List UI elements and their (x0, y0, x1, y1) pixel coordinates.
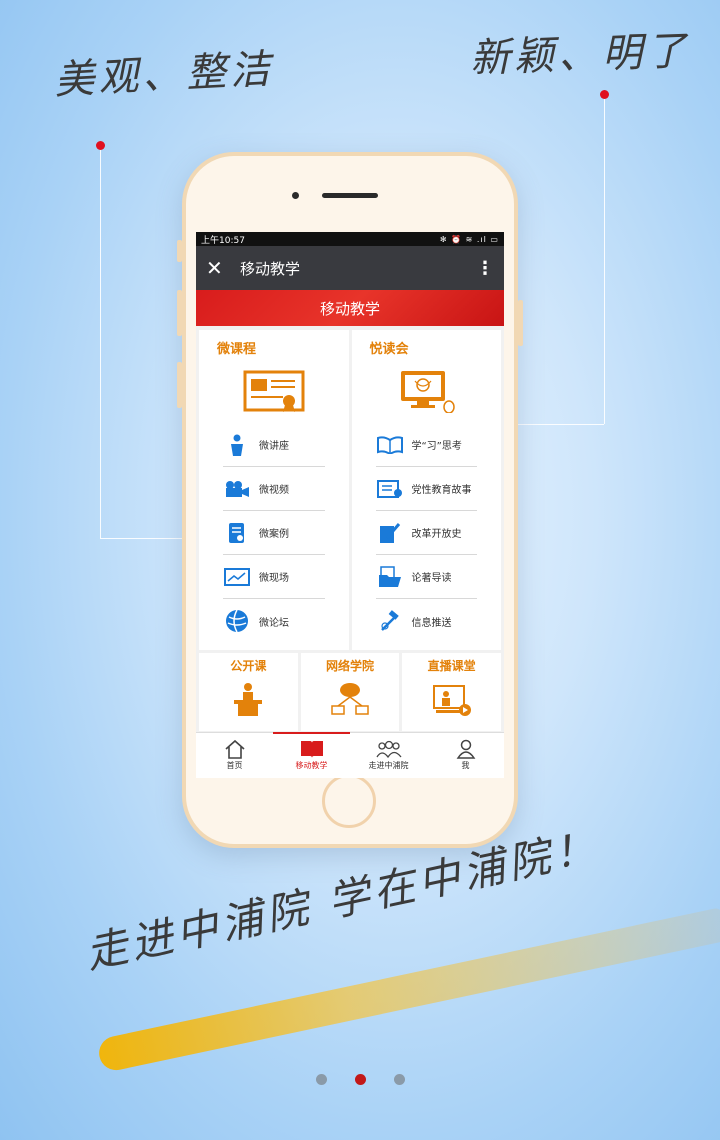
page-dot[interactable] (393, 1074, 405, 1085)
list-item-label: 论著导读 (411, 573, 452, 584)
list-item-party-stories[interactable]: 党性教育故事 (375, 467, 477, 511)
book-icon (273, 738, 350, 760)
micro-course-heading[interactable]: 微课程 (199, 330, 349, 357)
live-class-icon (432, 682, 472, 718)
list-item-micro-site[interactable]: 微现场 (223, 555, 325, 599)
phone-home-button[interactable] (322, 774, 376, 828)
status-time: 上午10:57 (201, 235, 245, 246)
headline-left: 美观、整洁 (53, 46, 276, 104)
page-dot-active[interactable] (354, 1074, 366, 1085)
reading-club-card: 悦读会 学“习”思考 党性教育故事 改革开放史 论著导读 信息推送 (351, 330, 502, 650)
list-item-label: 改革开放史 (411, 529, 462, 540)
list-item-label: 微视频 (259, 485, 289, 496)
phone-side-key (177, 240, 182, 262)
group-icon (350, 738, 427, 760)
network-cloud-icon (330, 682, 370, 718)
tab-me[interactable]: 我 (427, 733, 504, 778)
online-academy-heading: 网络学院 (326, 659, 375, 673)
computer-illustration-icon (395, 369, 457, 414)
list-item-micro-case[interactable]: 微案例 (223, 511, 325, 555)
tab-home[interactable]: 首页 (196, 733, 273, 778)
page-dot[interactable] (315, 1074, 327, 1085)
status-bar: 上午10:57 ✻ ⏰ ≋ .ıl ▭ (196, 232, 504, 246)
status-icons: ✻ ⏰ ≋ .ıl ▭ (439, 234, 499, 244)
folder-document-icon (376, 565, 404, 588)
satellite-icon (376, 610, 404, 632)
list-item-micro-video[interactable]: 微视频 (223, 467, 325, 511)
leader-line-left-v (100, 146, 101, 538)
live-class-card[interactable]: 直播课堂 (402, 653, 502, 731)
open-book-icon (376, 434, 404, 456)
list-item-label: 微讲座 (259, 441, 289, 452)
close-icon[interactable]: ✕ (206, 256, 240, 280)
lecturer-icon (223, 434, 251, 456)
list-item-label: 党性教育故事 (411, 485, 472, 496)
video-camera-icon (223, 478, 251, 500)
story-book-icon (376, 478, 404, 500)
tab-label: 我 (461, 761, 470, 770)
pen-notebook-icon (376, 522, 404, 544)
headline-right: 新颖、明了 (469, 28, 691, 82)
phone-camera (292, 192, 299, 199)
list-item-works-guide[interactable]: 论著导读 (375, 555, 477, 599)
user-icon (427, 738, 504, 760)
live-class-heading: 直播课堂 (427, 659, 476, 673)
tab-label: 走进中浦院 (368, 761, 409, 770)
page-title: 移动教学 (240, 259, 301, 278)
page-indicator (0, 1074, 720, 1085)
leader-line-right-h (504, 424, 604, 425)
list-item-reform-history[interactable]: 改革开放史 (375, 511, 477, 555)
list-item-label: 微案例 (259, 529, 289, 540)
bottom-tab-bar: 首页 移动教学 走进中浦院 我 (196, 732, 504, 778)
list-item-label: 信息推送 (411, 617, 452, 629)
list-item-label: 学“习”思考 (411, 441, 462, 452)
micro-course-card: 微课程 微讲座 微视频 微案例 微现场 微论坛 (199, 330, 349, 650)
leader-dot-left (96, 141, 105, 150)
open-class-card[interactable]: 公开课 (199, 653, 298, 731)
phone-side-key (177, 362, 182, 408)
leader-dot-right (600, 90, 609, 99)
phone-side-key (518, 300, 523, 346)
phone-speaker (322, 193, 378, 198)
case-document-icon (223, 522, 251, 544)
globe-icon (223, 609, 251, 633)
tab-label: 移动教学 (295, 761, 328, 770)
list-item-micro-forum[interactable]: 微论坛 (223, 599, 325, 643)
list-item-label: 微现场 (259, 573, 289, 584)
section-banner: 移动教学 (196, 290, 504, 326)
tab-label: 首页 (226, 761, 243, 770)
board-icon (223, 566, 251, 588)
phone-side-key (177, 290, 182, 336)
app-titlebar: ✕ 移动教学 ⋮ (196, 246, 504, 290)
phone-screen: 上午10:57 ✻ ⏰ ≋ .ıl ▭ ✕ 移动教学 ⋮ 移动教学 微课程 微讲… (196, 232, 504, 778)
list-item-study-thinking[interactable]: 学“习”思考 (375, 423, 477, 467)
online-academy-card[interactable]: 网络学院 (300, 653, 400, 731)
tab-about[interactable]: 走进中浦院 (350, 733, 427, 778)
list-item-info-push[interactable]: 信息推送 (376, 599, 478, 643)
list-item-label: 微论坛 (259, 617, 289, 629)
tab-mobile-teaching[interactable]: 移动教学 (273, 732, 350, 778)
more-vertical-icon[interactable]: ⋮ (476, 258, 494, 279)
certificate-illustration-icon (243, 369, 305, 413)
open-class-heading: 公开课 (230, 659, 267, 673)
leader-line-right-v (604, 94, 605, 424)
list-item-micro-lecture[interactable]: 微讲座 (223, 423, 325, 467)
home-icon (196, 738, 273, 760)
reading-club-heading[interactable]: 悦读会 (352, 330, 502, 357)
podium-icon (228, 682, 268, 718)
